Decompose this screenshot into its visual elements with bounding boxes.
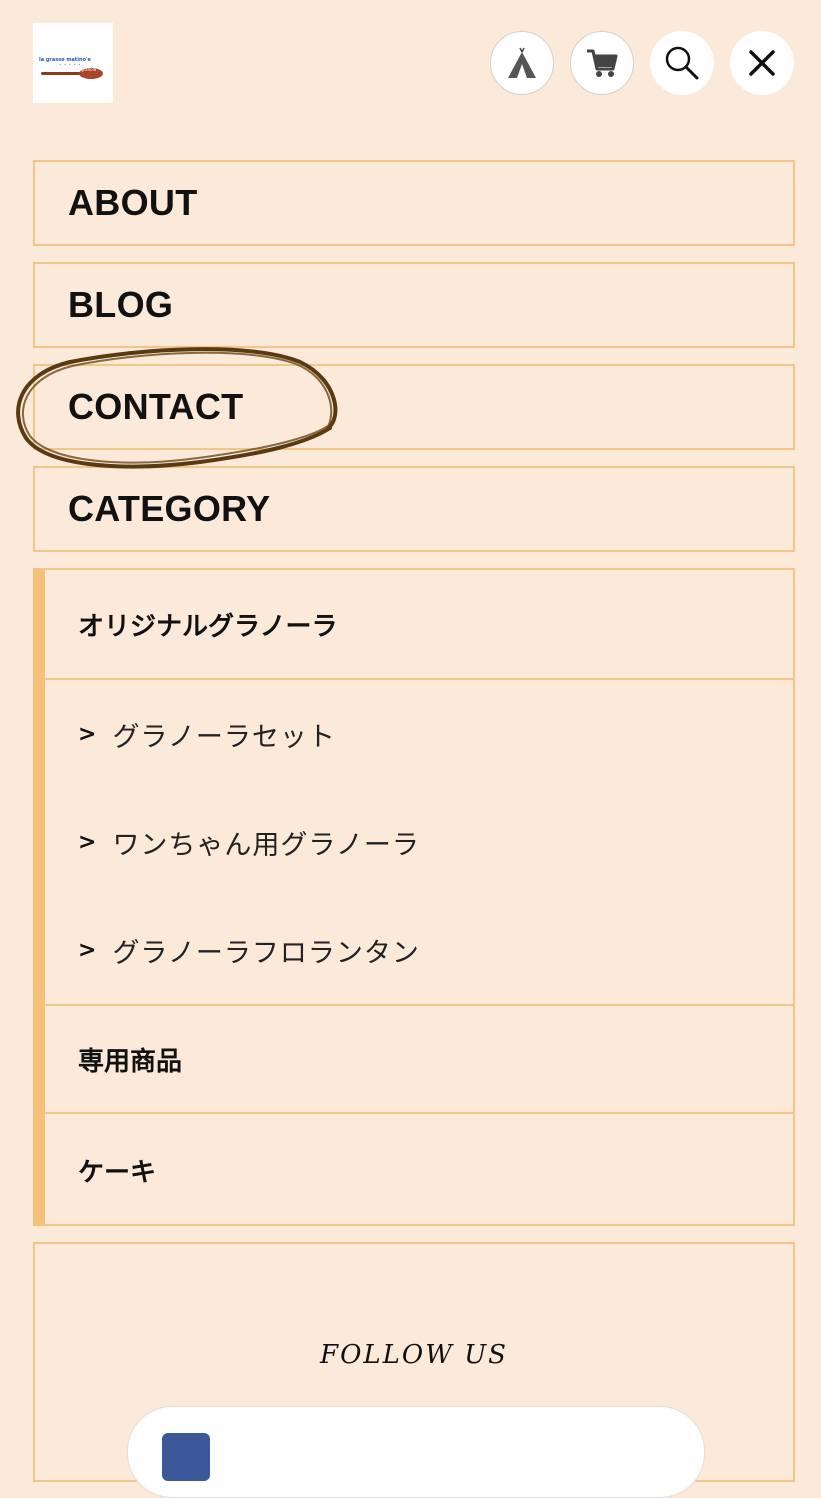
nav-about-label: ABOUT [68,182,198,223]
logo-badge: granola [81,67,97,72]
category-original-granola[interactable]: オリジナルグラノーラ [45,570,795,680]
tent-button[interactable] [490,31,554,95]
follow-title: FOLLOW US [320,1340,508,1370]
cart-button[interactable] [570,31,634,95]
subcategory-granola-florentin[interactable]: > グラノーラフロランタン [45,896,795,1004]
category-label: オリジナルグラノーラ [78,611,338,642]
nav-contact[interactable]: CONTACT [33,364,795,450]
nav-blog[interactable]: BLOG [33,262,795,348]
site-logo[interactable]: la grasse matino'e • • • • • granola [33,23,113,103]
nav-category-label: CATEGORY [68,488,271,529]
search-button[interactable] [650,31,714,95]
nav-contact-label: CONTACT [68,386,244,427]
nav-blog-label: BLOG [68,284,174,325]
chevron-right-icon: > [78,829,97,855]
subcategory-label: グラノーラフロランタン [112,937,420,969]
category-label: ケーキ [78,1157,157,1188]
category-label: 専用商品 [78,1046,183,1077]
nav-category[interactable]: CATEGORY [33,466,795,552]
subcategory-label: ワンちゃん用グラノーラ [112,829,420,861]
follow-section: FOLLOW US [33,1242,795,1498]
facebook-icon [162,1433,210,1481]
chevron-right-icon: > [78,937,97,963]
chevron-right-icon: > [78,721,97,747]
subcategory-label: グラノーラセット [112,721,336,753]
nav-about[interactable]: ABOUT [33,160,795,246]
category-cake[interactable]: ケーキ [45,1116,795,1224]
subcategory-dog-granola[interactable]: > ワンちゃん用グラノーラ [45,788,795,896]
close-icon [749,50,775,76]
subcategory-granola-set[interactable]: > グラノーラセット [45,680,795,788]
category-list: オリジナルグラノーラ > グラノーラセット > ワンちゃん用グラノーラ > グラ… [33,568,795,1226]
tent-icon [508,47,536,78]
facebook-follow-button[interactable] [127,1406,705,1498]
cart-icon [587,49,618,77]
header: la grasse matino'e • • • • • granola [0,0,821,140]
close-button[interactable] [730,31,794,95]
category-special-products[interactable]: 専用商品 [45,1004,795,1114]
search-icon [665,46,699,80]
